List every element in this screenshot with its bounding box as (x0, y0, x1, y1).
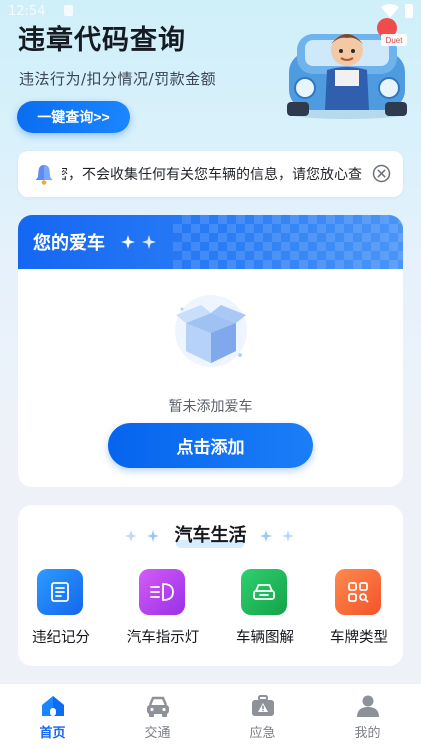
grid-item-score[interactable]: 违纪记分 (13, 569, 109, 651)
empty-car-text: 暂未添加爱车 (168, 399, 253, 415)
mascot-tag: Duet (386, 36, 404, 45)
plate-type-icon (335, 569, 381, 615)
quick-query-button[interactable]: 一键查询>> (17, 101, 130, 133)
grid-item-label: 违纪记分 (32, 630, 90, 646)
bottom-tab-bar: 首页 交通 应急 我的 (0, 683, 421, 748)
mascot-car-illustration: Duet (287, 18, 407, 119)
score-list-icon (37, 569, 83, 615)
profile-icon (357, 695, 379, 717)
tab-traffic[interactable]: 交通 (105, 684, 210, 748)
home-icon (42, 696, 64, 716)
car-life-title: 汽车生活 (174, 525, 247, 546)
my-car-header: 您的爱车 (18, 215, 403, 269)
tab-label: 首页 (39, 726, 66, 741)
tab-home[interactable]: 首页 (0, 684, 105, 748)
privacy-notice-bar: 私密，不会收集任何有关您车辆的信息，请您放心查 (18, 151, 403, 197)
grid-item-label: 车牌类型 (330, 630, 388, 646)
grid-item-indicator[interactable]: 汽车指示灯 (115, 569, 211, 651)
bell-icon (35, 165, 53, 185)
grid-item-plate-type[interactable]: 车牌类型 (311, 569, 407, 651)
car-diagram-icon (241, 569, 287, 615)
car-icon (147, 696, 169, 717)
car-life-card: 汽车生活 违纪记分 汽车指示灯 车辆图解 车牌类型 (18, 505, 403, 666)
status-time: 12:54 (8, 4, 46, 19)
sparkle-icon (260, 530, 272, 542)
tab-label: 应急 (249, 726, 276, 741)
indicator-light-icon (139, 569, 185, 615)
sparkle-icon (142, 235, 156, 249)
emergency-kit-icon (252, 695, 274, 716)
grid-item-car-diagram[interactable]: 车辆图解 (217, 569, 313, 651)
tab-profile[interactable]: 我的 (315, 684, 420, 748)
grid-item-label: 汽车指示灯 (126, 630, 200, 646)
add-car-button[interactable]: 点击添加 (108, 423, 313, 468)
my-car-title: 您的爱车 (33, 233, 105, 254)
page-title: 违章代码查询 (18, 25, 186, 56)
sim-icon (64, 5, 73, 16)
my-car-card: 您的爱车 暂未添加爱车 点击添加 (18, 215, 403, 487)
notice-text: 私密，不会收集任何有关您车辆的信息，请您放心查 (62, 167, 362, 183)
tab-emergency[interactable]: 应急 (210, 684, 315, 748)
close-icon[interactable] (372, 164, 391, 183)
tab-label: 交通 (144, 726, 171, 741)
page-subtitle: 违法行为/扣分情况/罚款金额 (19, 70, 217, 88)
empty-box-icon (175, 295, 247, 367)
tab-label: 我的 (354, 726, 381, 741)
sparkle-icon (121, 235, 135, 249)
grid-item-label: 车辆图解 (236, 630, 294, 646)
sparkle-icon (282, 530, 294, 542)
